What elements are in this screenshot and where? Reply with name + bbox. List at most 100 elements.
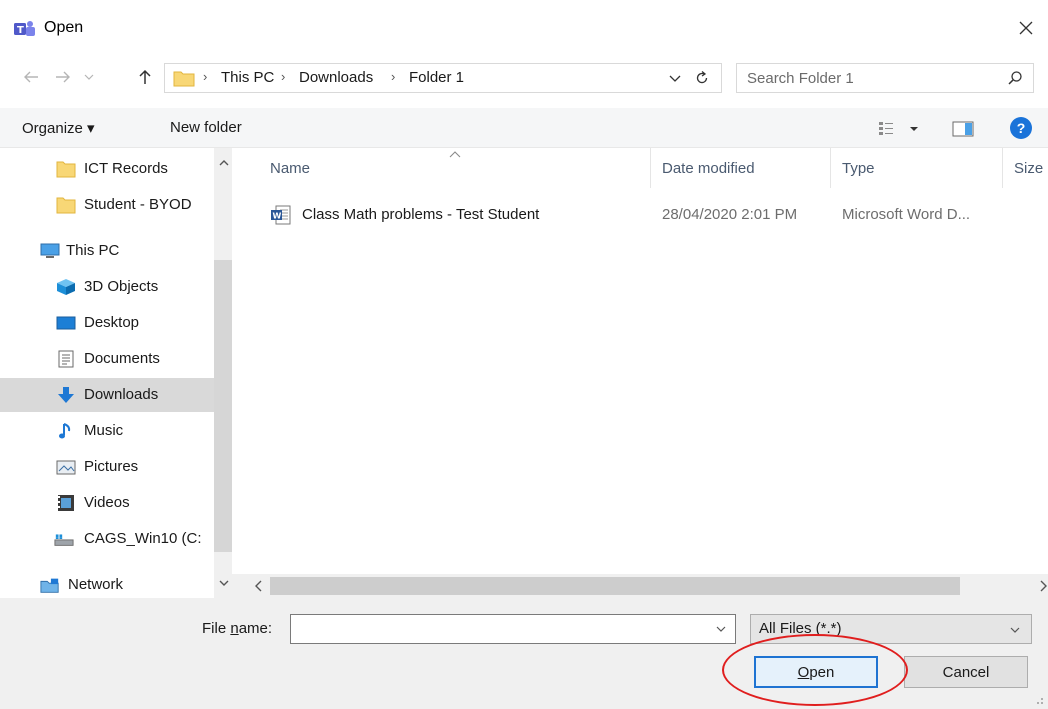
- column-header-size[interactable]: Size: [1014, 160, 1043, 177]
- preview-pane-icon[interactable]: [952, 120, 974, 138]
- nav-item-label: Student - BYOD: [84, 196, 192, 213]
- forward-button[interactable]: [52, 66, 74, 88]
- scroll-down-icon[interactable]: [219, 578, 229, 588]
- chevron-down-icon: [1010, 627, 1020, 633]
- open-button[interactable]: Open: [754, 656, 878, 688]
- search-icon[interactable]: [1007, 70, 1023, 86]
- new-folder-button[interactable]: New folder: [170, 119, 242, 136]
- organize-button[interactable]: Organize ▾: [22, 119, 95, 137]
- arrow-up-icon: [139, 69, 151, 84]
- 3d-objects-icon: [57, 279, 75, 295]
- svg-text:W: W: [273, 212, 282, 221]
- nav-item-label: ICT Records: [84, 160, 168, 177]
- recent-locations-button[interactable]: [82, 66, 96, 88]
- nav-item-student-byod[interactable]: Student - BYOD: [0, 188, 214, 222]
- resize-grip-icon[interactable]: [1034, 695, 1044, 705]
- column-header-date-modified[interactable]: Date modified: [662, 160, 755, 177]
- column-header-type[interactable]: Type: [842, 160, 875, 177]
- address-bar[interactable]: › This PC › Downloads › Folder 1: [164, 63, 722, 93]
- cancel-button[interactable]: Cancel: [904, 656, 1028, 688]
- nav-item-downloads[interactable]: Downloads: [0, 378, 214, 412]
- refresh-icon[interactable]: [693, 69, 711, 87]
- drive-icon: [54, 534, 74, 546]
- file-row[interactable]: W Class Math problems - Test Student 28/…: [262, 202, 1048, 230]
- nav-item-label: This PC: [66, 242, 120, 259]
- file-type: Microsoft Word D...: [842, 206, 971, 223]
- bottom-bar: File name: All Files (*.*) Open Cancel: [0, 598, 1048, 709]
- window-title: Open: [44, 19, 84, 36]
- desktop-icon: [56, 316, 76, 330]
- file-date-modified: 28/04/2020 2:01 PM: [662, 206, 798, 223]
- nav-item-label: Documents: [84, 350, 160, 367]
- breadcrumb-folder-1[interactable]: Folder 1: [409, 69, 464, 86]
- nav-item-documents[interactable]: Documents: [0, 342, 214, 376]
- horizontal-scrollbar-thumb[interactable]: [270, 577, 960, 595]
- scroll-up-icon[interactable]: [219, 158, 229, 168]
- sort-ascending-icon: [449, 151, 461, 158]
- nav-item-3d-objects[interactable]: 3D Objects: [0, 270, 214, 304]
- file-name-label-part: ame:: [238, 620, 273, 637]
- nav-item-label: Desktop: [84, 314, 140, 331]
- chevron-down-icon: [84, 74, 94, 80]
- file-list: Name Date modified Type Size W Class Mat…: [232, 148, 1048, 574]
- nav-item-label: Music: [84, 422, 124, 439]
- folder-icon: [173, 71, 195, 87]
- open-button-label: pen: [809, 663, 835, 681]
- navigation-pane: ICT Records Student - BYOD This PC 3D Ob…: [0, 148, 232, 598]
- scroll-right-icon[interactable]: [1038, 580, 1048, 592]
- close-button[interactable]: [1004, 8, 1048, 48]
- title-bar: T Open: [0, 0, 1048, 56]
- nav-item-drive-c[interactable]: CAGS_Win10 (C:: [0, 522, 214, 556]
- folder-icon: [56, 161, 76, 178]
- file-name: Class Math problems - Test Student: [302, 206, 540, 223]
- nav-item-ict-records[interactable]: ICT Records: [0, 152, 214, 186]
- file-type-select[interactable]: All Files (*.*): [750, 614, 1032, 644]
- nav-item-label: Network: [68, 576, 124, 593]
- search-box: [736, 63, 1034, 93]
- nav-item-label: Downloads: [84, 386, 159, 403]
- chevron-down-icon[interactable]: [715, 623, 727, 635]
- column-divider[interactable]: [830, 148, 831, 188]
- chevron-down-icon[interactable]: [667, 70, 683, 86]
- column-divider[interactable]: [1002, 148, 1003, 188]
- column-header-name[interactable]: Name: [270, 160, 310, 177]
- file-type-value: All Files (*.*): [759, 620, 842, 637]
- nav-item-this-pc[interactable]: This PC: [0, 234, 214, 268]
- help-button[interactable]: ?: [1010, 117, 1032, 139]
- open-dialog: T Open › This PC › Downloads › Folder 1 …: [0, 0, 1048, 709]
- file-name-combobox: [290, 614, 736, 644]
- search-input[interactable]: [747, 67, 987, 89]
- column-divider[interactable]: [650, 148, 651, 188]
- videos-icon: [58, 495, 74, 511]
- arrow-right-icon: [56, 71, 70, 83]
- change-view-icon[interactable]: [878, 120, 926, 138]
- file-name-label: File name:: [202, 620, 272, 637]
- nav-item-music[interactable]: Music: [0, 414, 214, 448]
- file-name-label-part: File: [202, 620, 231, 637]
- address-row: › This PC › Downloads › Folder 1: [0, 56, 1048, 100]
- nav-item-videos[interactable]: Videos: [0, 486, 214, 520]
- nav-item-network[interactable]: Network: [0, 568, 214, 598]
- scroll-left-icon[interactable]: [254, 580, 264, 592]
- breadcrumb-downloads[interactable]: Downloads: [299, 69, 373, 86]
- back-button[interactable]: [20, 66, 42, 88]
- open-button-accesskey: O: [797, 663, 810, 681]
- pictures-icon: [56, 460, 76, 475]
- breadcrumb-this-pc[interactable]: This PC: [221, 69, 274, 86]
- nav-item-label: Pictures: [84, 458, 139, 475]
- svg-text:T: T: [17, 25, 24, 36]
- close-icon: [1019, 21, 1033, 35]
- word-document-icon: W: [271, 205, 291, 225]
- nav-scrollbar-thumb[interactable]: [214, 260, 232, 552]
- music-icon: [59, 423, 71, 439]
- teams-app-icon: T: [14, 21, 35, 36]
- file-name-input[interactable]: [295, 618, 695, 640]
- up-button[interactable]: [134, 66, 156, 88]
- nav-item-desktop[interactable]: Desktop: [0, 306, 214, 340]
- breadcrumb-separator: ›: [281, 69, 286, 84]
- nav-item-label: CAGS_Win10 (C:: [84, 530, 202, 547]
- horizontal-scrollbar[interactable]: [232, 574, 1048, 598]
- nav-item-pictures[interactable]: Pictures: [0, 450, 214, 484]
- file-name-label-accesskey: n: [230, 620, 239, 637]
- breadcrumb-separator: ›: [203, 69, 208, 84]
